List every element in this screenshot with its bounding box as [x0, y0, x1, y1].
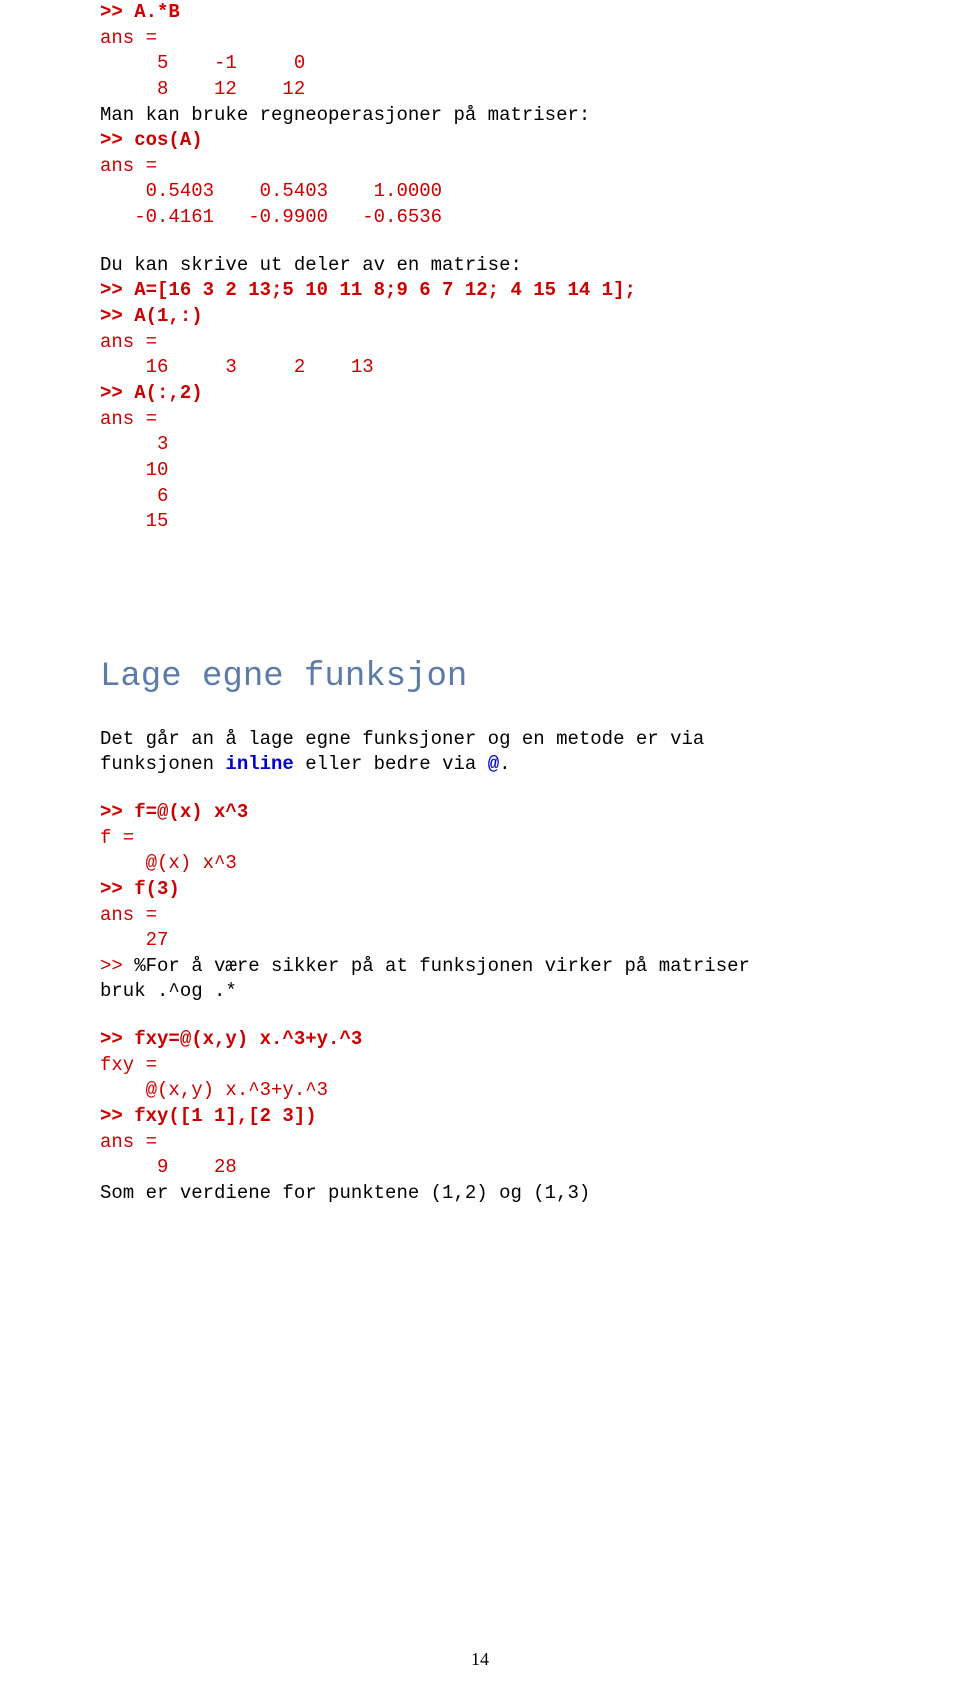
code-line: ans = [100, 1130, 860, 1156]
code-line: >> fxy=@(x,y) x.^3+y.^3 [100, 1027, 860, 1053]
code-line: 9 28 [100, 1155, 860, 1181]
code-line: 3 [100, 432, 860, 458]
code-line: @(x) x^3 [100, 851, 860, 877]
code-line: 16 3 2 13 [100, 355, 860, 381]
code-line: ans = [100, 26, 860, 52]
code-line: 10 [100, 458, 860, 484]
prompt: >> [100, 955, 134, 977]
body-text: Det går an å lage egne funksjoner og en … [100, 727, 860, 778]
code-line: ans = [100, 154, 860, 180]
keyword: @ [488, 753, 499, 775]
code-line: 5 -1 0 [100, 51, 860, 77]
text-span: funksjonen [100, 753, 225, 775]
page: >> A.*B ans = 5 -1 0 8 12 12 Man kan bru… [0, 0, 960, 1701]
code-line: >> A(1,:) [100, 304, 860, 330]
section-heading: Lage egne funksjon [100, 655, 860, 701]
code-line: >> cos(A) [100, 128, 860, 154]
code-line: >> A(:,2) [100, 381, 860, 407]
body-text: Man kan bruke regneoperasjoner på matris… [100, 103, 860, 129]
page-number: 14 [0, 1647, 960, 1671]
text-span: eller bedre via [294, 753, 488, 775]
text-span: . [499, 753, 510, 775]
code-line: ans = [100, 903, 860, 929]
code-line: -0.4161 -0.9900 -0.6536 [100, 205, 860, 231]
code-line: fxy = [100, 1053, 860, 1079]
code-line: >> fxy([1 1],[2 3]) [100, 1104, 860, 1130]
body-text: Som er verdiene for punktene (1,2) og (1… [100, 1181, 860, 1207]
code-line: >> A=[16 3 2 13;5 10 11 8;9 6 7 12; 4 15… [100, 278, 860, 304]
text-span: Det går an å lage egne funksjoner og en … [100, 728, 704, 750]
code-line: >> f(3) [100, 877, 860, 903]
code-line: 27 [100, 928, 860, 954]
code-line: 6 [100, 484, 860, 510]
code-line: 15 [100, 509, 860, 535]
code-line: 0.5403 0.5403 1.0000 [100, 179, 860, 205]
code-line: >> f=@(x) x^3 [100, 800, 860, 826]
code-line: ans = [100, 330, 860, 356]
keyword: inline [225, 753, 293, 775]
code-line: >> %For å være sikker på at funksjonen v… [100, 954, 860, 980]
code-line: f = [100, 826, 860, 852]
code-line: @(x,y) x.^3+y.^3 [100, 1078, 860, 1104]
body-text: Du kan skrive ut deler av en matrise: [100, 253, 860, 279]
code-line: ans = [100, 407, 860, 433]
comment: %For å være sikker på at funksjonen virk… [134, 955, 750, 977]
code-line: >> A.*B [100, 0, 860, 26]
code-line: bruk .^og .* [100, 979, 860, 1005]
code-line: 8 12 12 [100, 77, 860, 103]
